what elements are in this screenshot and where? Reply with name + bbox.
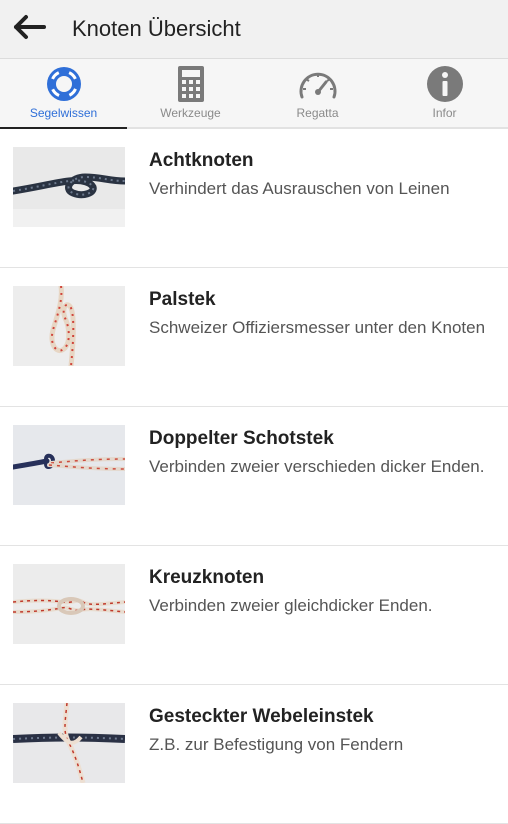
knot-description: Verhindert das Ausrauschen von Leinen bbox=[149, 179, 450, 198]
lifebuoy-icon bbox=[43, 64, 85, 104]
knot-description: Z.B. zur Befestigung von Fendern bbox=[149, 735, 404, 754]
calculator-icon bbox=[170, 64, 212, 104]
back-button[interactable] bbox=[2, 0, 58, 58]
tab-segelwissen[interactable]: Segelwissen bbox=[0, 59, 127, 129]
list-item[interactable]: Doppelter Schotstek Verbinden zweier ver… bbox=[0, 407, 508, 546]
page-title: Knoten Übersicht bbox=[72, 16, 241, 41]
list-item[interactable]: Palstek Schweizer Offiziersmesser unter … bbox=[0, 268, 508, 407]
knot-description: Verbinden zweier verschieden dicker Ende… bbox=[149, 457, 485, 476]
arrow-left-icon bbox=[13, 14, 47, 45]
tab-label: Regatta bbox=[296, 106, 339, 120]
knot-name: Achtknoten bbox=[149, 150, 254, 171]
info-icon bbox=[424, 64, 466, 104]
knot-description: Verbinden zweier gleichdicker Enden. bbox=[149, 596, 433, 615]
knot-image bbox=[13, 147, 125, 227]
tab-label: Segelwissen bbox=[29, 106, 98, 120]
knot-name: Kreuzknoten bbox=[149, 567, 265, 588]
tab-bar: Segelwissen Werkzeuge Regatta Infor bbox=[0, 59, 508, 129]
list-item[interactable]: Gesteckter Webeleinstek Z.B. zur Befesti… bbox=[0, 685, 508, 824]
speedometer-icon bbox=[297, 64, 339, 104]
knot-image bbox=[13, 425, 125, 505]
tab-info[interactable]: Infor bbox=[381, 59, 508, 127]
app-bar: Knoten Übersicht bbox=[0, 0, 508, 59]
list-item[interactable]: Achtknoten Verhindert das Ausrauschen vo… bbox=[0, 129, 508, 268]
knot-description: Schweizer Offiziersmesser unter den Knot… bbox=[149, 318, 486, 337]
list-item[interactable]: Kreuzknoten Verbinden zweier gleichdicke… bbox=[0, 546, 508, 685]
knot-image bbox=[13, 703, 125, 783]
knot-image bbox=[13, 286, 125, 366]
knot-image bbox=[13, 564, 125, 644]
tab-regatta[interactable]: Regatta bbox=[254, 59, 381, 127]
knot-name: Doppelter Schotstek bbox=[149, 428, 334, 449]
knot-list: Achtknoten Verhindert das Ausrauschen vo… bbox=[0, 129, 508, 824]
tab-label: Werkzeuge bbox=[160, 106, 221, 120]
knot-name: Palstek bbox=[149, 289, 216, 310]
knot-name: Gesteckter Webeleinstek bbox=[149, 706, 374, 727]
tab-werkzeuge[interactable]: Werkzeuge bbox=[127, 59, 254, 127]
tab-label: Infor bbox=[432, 106, 457, 120]
